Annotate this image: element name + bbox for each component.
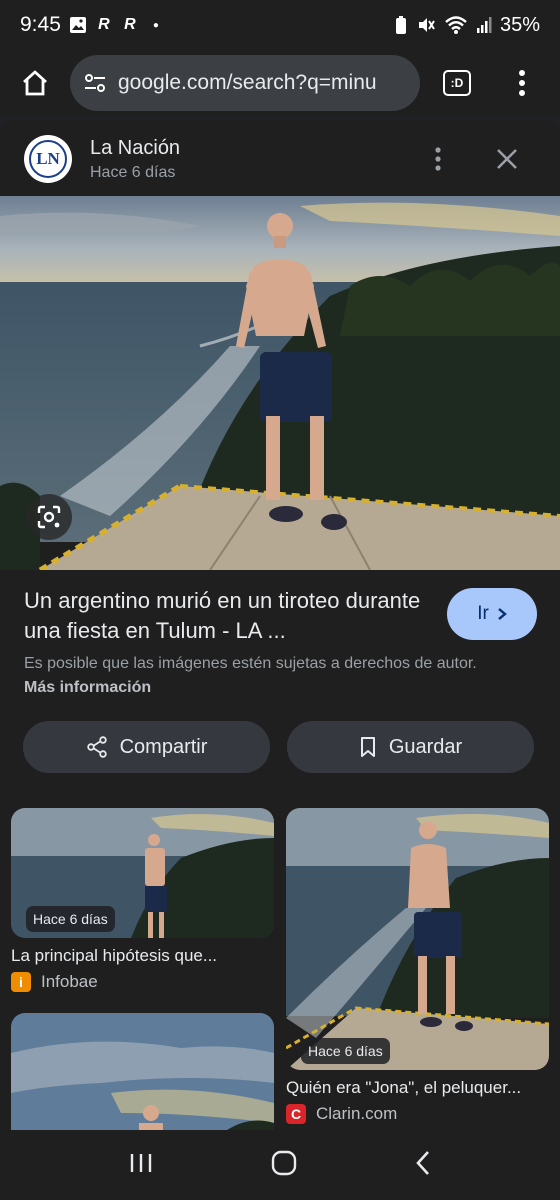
more-vert-icon <box>435 147 441 171</box>
address-bar[interactable]: google.com/search?q=minu <box>70 55 420 111</box>
tab-switcher-icon: :D <box>443 70 471 96</box>
status-time: 9:45 <box>20 13 61 36</box>
system-nav-bar <box>0 1130 560 1200</box>
related-image-3[interactable] <box>11 1013 274 1130</box>
save-button[interactable]: Guardar <box>287 721 534 773</box>
save-label: Guardar <box>388 735 463 758</box>
home-nav-button[interactable] <box>271 1150 297 1181</box>
related-source-name-1: Infobae <box>41 972 98 991</box>
copyright-notice: Es posible que las imágenes estén sujeta… <box>24 655 477 696</box>
battery-percent: 35% <box>499 13 540 36</box>
visit-button-label: Ir <box>477 603 489 624</box>
mute-icon <box>418 18 435 32</box>
related-source-name-2: Clarin.com <box>316 1104 398 1123</box>
home-button[interactable] <box>0 50 70 116</box>
google-lens-icon <box>37 505 61 529</box>
share-button[interactable]: Compartir <box>23 721 270 773</box>
related-image-2[interactable]: Hace 6 días <box>286 808 549 1070</box>
time-chip: Hace 6 días <box>301 1038 390 1064</box>
app-notification-icon-2: R <box>124 16 136 33</box>
recents-icon <box>130 1153 152 1172</box>
related-source-1[interactable]: i Infobae <box>11 972 98 992</box>
wifi-icon <box>445 16 467 34</box>
image-preview-panel: LN La Nación Hace 6 días Un argentino mu… <box>0 120 560 1130</box>
visit-button[interactable]: Ir <box>447 588 537 640</box>
site-settings-icon[interactable] <box>82 70 108 96</box>
chevron-right-icon <box>498 608 507 620</box>
more-info-link[interactable]: Más información <box>24 679 151 696</box>
related-image-1[interactable]: Hace 6 días <box>11 808 274 938</box>
gallery-notification-icon <box>69 16 87 34</box>
clarin-favicon: C <box>286 1104 306 1124</box>
recents-button[interactable] <box>129 1152 153 1179</box>
close-button[interactable] <box>490 144 524 174</box>
related-source-2[interactable]: C Clarin.com <box>286 1104 397 1124</box>
source-logo: LN <box>24 135 72 183</box>
result-title[interactable]: Un argentino murió en un tiroteo durante… <box>24 586 424 646</box>
source-name: La Nación <box>90 136 181 159</box>
back-icon <box>416 1150 429 1175</box>
share-label: Compartir <box>119 735 208 758</box>
close-icon <box>497 149 517 169</box>
lens-search-button[interactable] <box>26 494 72 540</box>
browser-toolbar: google.com/search?q=minu :D <box>0 50 560 116</box>
back-button[interactable] <box>415 1150 431 1181</box>
share-icon <box>86 736 107 758</box>
home-icon <box>23 70 47 96</box>
source-time: Hace 6 días <box>90 163 176 181</box>
browser-menu-button[interactable] <box>492 69 552 97</box>
app-notification-icon: R <box>98 16 110 33</box>
preview-image[interactable] <box>0 196 560 570</box>
related-title-2[interactable]: Quién era "Jona", el peluquer... <box>286 1078 521 1098</box>
source-header[interactable]: LN La Nación Hace 6 días <box>0 120 560 198</box>
bookmark-icon <box>360 737 375 757</box>
infobae-favicon: i <box>11 972 31 992</box>
battery-saver-icon <box>395 16 406 34</box>
home-circle-icon <box>271 1150 297 1175</box>
more-notifications-dot-icon: ● <box>152 19 159 31</box>
tab-switcher-button[interactable]: :D <box>422 70 492 96</box>
signal-icon <box>476 17 492 33</box>
url-text[interactable]: google.com/search?q=minu <box>118 71 377 95</box>
time-chip: Hace 6 días <box>26 906 115 932</box>
more-vert-icon <box>519 70 525 96</box>
more-options-button[interactable] <box>424 144 452 174</box>
related-title-1[interactable]: La principal hipótesis que... <box>11 946 217 966</box>
status-bar: 9:45 R R ● 35% <box>0 0 560 50</box>
